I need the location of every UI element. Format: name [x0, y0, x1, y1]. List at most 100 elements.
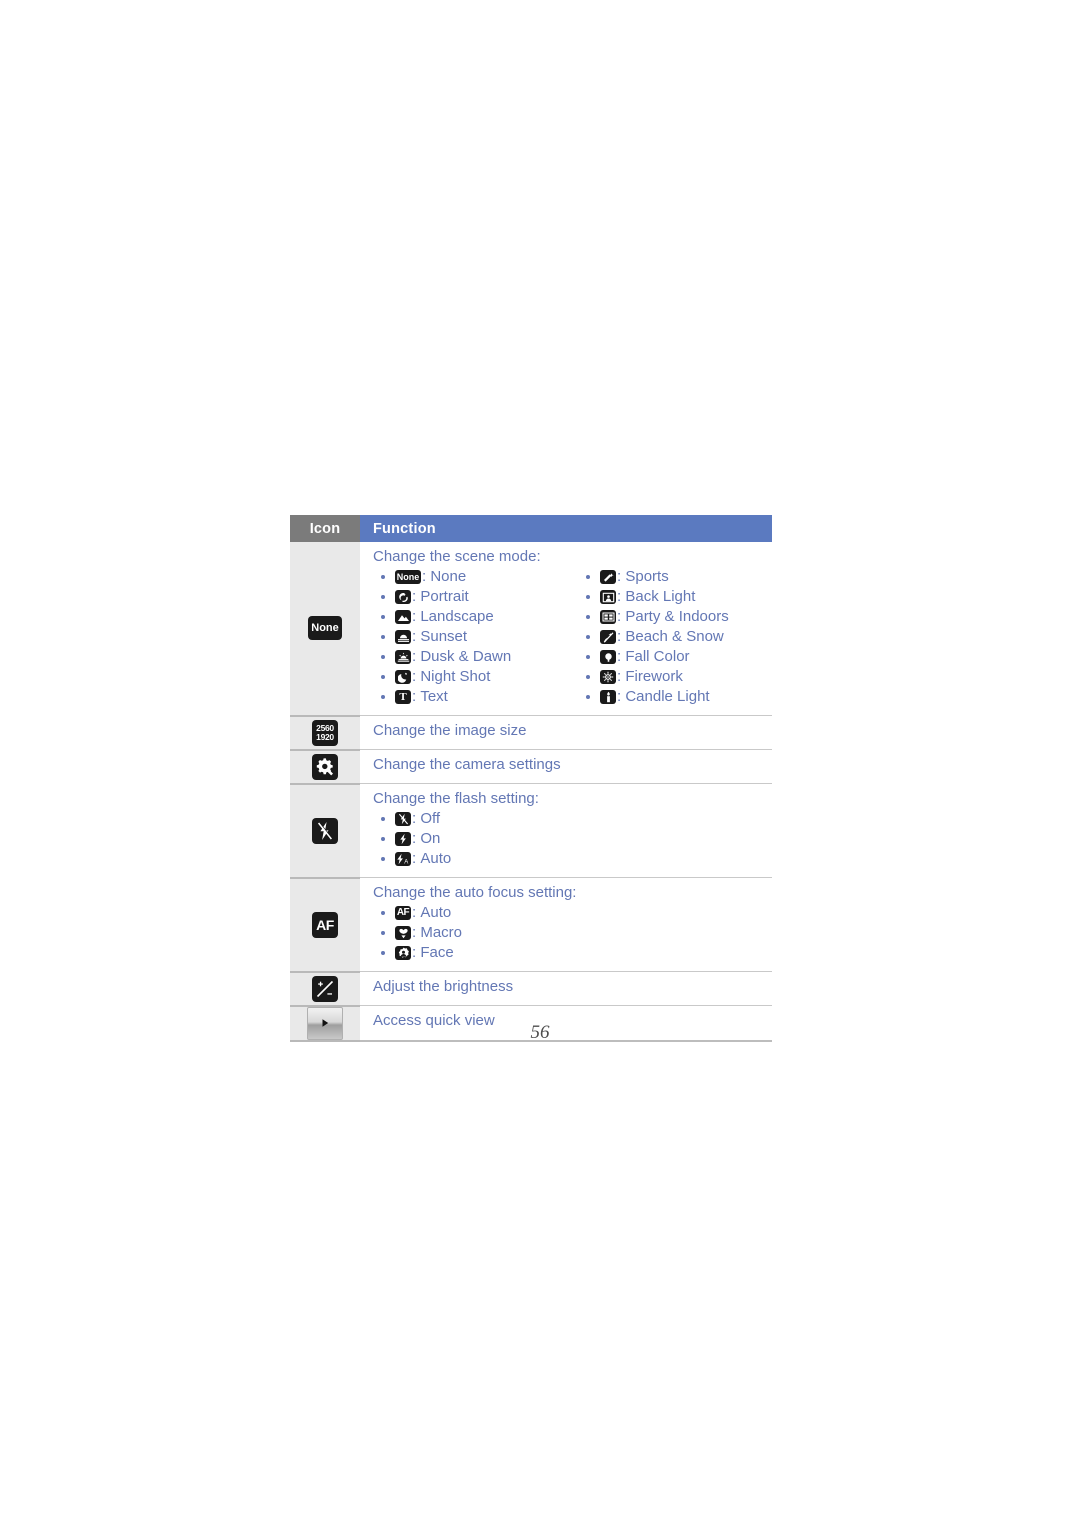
scene-sunset-icon — [395, 630, 411, 644]
list-item: : Sports — [578, 567, 772, 587]
list-item: : Party & Indoors — [578, 607, 772, 627]
list-item: : On — [373, 829, 772, 849]
option-label: Beach & Snow — [625, 628, 724, 645]
list-item: : Landscape — [373, 607, 578, 627]
option-label: Sports — [625, 568, 669, 585]
option-label: Face — [420, 944, 454, 961]
row-icon-cell-brightness — [290, 971, 360, 1007]
bullet-icon — [381, 655, 385, 659]
list-item: AF : Auto — [373, 903, 772, 923]
scene-beach-snow-icon — [600, 630, 616, 644]
row-title-brightness: Adjust the brightness — [373, 978, 514, 995]
scene-firework-icon — [600, 670, 616, 684]
row-function-cell-brightness: Adjust the brightness — [360, 971, 772, 1006]
option-label: Dusk & Dawn — [420, 648, 512, 665]
bullet-icon — [586, 575, 590, 579]
bullet-icon — [586, 615, 590, 619]
list-item: T : Text — [373, 687, 578, 707]
list-item: None : None — [373, 567, 578, 587]
row-icon-cell-camera-settings — [290, 749, 360, 785]
scene-mode-options-right: : Sports : Back Light: Party & Indoors … — [578, 567, 772, 707]
option-label: Text — [420, 688, 448, 705]
table-row: Change the camera settings — [290, 749, 772, 785]
option-label: Fall Color — [625, 648, 690, 665]
svg-text:A: A — [404, 860, 408, 865]
bullet-icon — [381, 837, 385, 841]
list-item: : Face — [373, 943, 772, 963]
option-label: Auto — [420, 904, 452, 921]
list-item: : Back Light — [578, 587, 772, 607]
list-item: : Candle Light — [578, 687, 772, 707]
option-label: None — [430, 568, 467, 585]
option-label: Candle Light — [625, 688, 710, 705]
list-item: : Beach & Snow — [578, 627, 772, 647]
scene-portrait-icon — [395, 590, 411, 604]
image-size-icon: 2560 1920 — [312, 719, 338, 746]
scene-mode-options-left: None : None : Portrait: Landscape: Sun… — [373, 567, 578, 707]
bullet-icon — [381, 695, 385, 699]
list-item: : Dusk & Dawn — [373, 647, 578, 667]
bullet-icon — [381, 635, 385, 639]
option-label: Night Shot — [420, 668, 491, 685]
option-label: Firework — [625, 668, 683, 685]
scene-text-icon: T — [395, 690, 411, 704]
flash-off-icon — [395, 812, 411, 826]
option-label: Landscape — [420, 608, 494, 625]
scene-sports-icon — [600, 570, 616, 584]
table-row: 2560 1920 Change the image size — [290, 715, 772, 751]
list-item: : Off — [373, 809, 772, 829]
row-title-flash: Change the flash setting: — [373, 790, 539, 807]
flash-on-icon — [395, 832, 411, 846]
list-item: : Macro — [373, 923, 772, 943]
list-item: : Night Shot — [373, 667, 578, 687]
option-label: Macro — [420, 924, 463, 941]
focus-macro-icon — [395, 926, 411, 940]
list-item: : Portrait — [373, 587, 578, 607]
camera-settings-gear-icon — [312, 753, 338, 780]
row-function-cell-image-size: Change the image size — [360, 715, 772, 750]
scene-night-shot-icon — [395, 670, 411, 684]
scene-none-icon: None — [395, 570, 421, 584]
scene-back-light-icon — [600, 590, 616, 604]
bullet-icon — [586, 595, 590, 599]
option-label: Sunset — [420, 628, 468, 645]
scene-fall-color-icon — [600, 650, 616, 664]
scene-landscape-icon — [395, 610, 411, 624]
bullet-icon — [381, 817, 385, 821]
scene-candle-light-icon — [600, 690, 616, 704]
flash-off-icon — [312, 817, 338, 844]
bullet-icon — [381, 911, 385, 915]
row-title-image-size: Change the image size — [373, 722, 527, 739]
auto-focus-options: AF : Auto : Macro: Face — [373, 903, 772, 963]
camera-icon-function-table: Icon Function None Change the scene mode… — [290, 515, 772, 1042]
bullet-icon — [381, 951, 385, 955]
row-function-cell-scene-mode: Change the scene mode: None : None: Por… — [360, 542, 772, 716]
bullet-icon — [586, 635, 590, 639]
page-number: 56 — [530, 1022, 550, 1043]
brightness-exposure-icon — [312, 975, 338, 1002]
list-item: A : Auto — [373, 849, 772, 869]
row-icon-cell-image-size: 2560 1920 — [290, 715, 360, 751]
bullet-icon — [586, 655, 590, 659]
row-title-auto-focus: Change the auto focus setting: — [373, 884, 577, 901]
list-item: : Firework — [578, 667, 772, 687]
option-label: Off — [420, 810, 441, 827]
table-row: Change the flash setting: : Off: On A:… — [290, 783, 772, 879]
table-row: None Change the scene mode: None : None — [290, 542, 772, 717]
row-icon-cell-scene-mode: None — [290, 542, 360, 717]
column-header-function: Function — [360, 515, 772, 542]
focus-face-icon — [395, 946, 411, 960]
table-row: Adjust the brightness — [290, 971, 772, 1007]
scene-mode-none-icon: None — [308, 616, 342, 641]
flash-auto-icon: A — [395, 852, 411, 866]
document-page: Icon Function None Change the scene mode… — [0, 0, 1080, 1528]
row-function-cell-auto-focus: Change the auto focus setting: AF : Auto — [360, 877, 772, 972]
row-icon-cell-flash — [290, 783, 360, 879]
column-header-icon: Icon — [290, 515, 360, 542]
row-title-scene-mode: Change the scene mode: — [373, 548, 541, 565]
flash-options: : Off : On A: Auto — [373, 809, 772, 869]
focus-auto-af-icon: AF — [395, 906, 411, 920]
option-label: Auto — [420, 850, 452, 867]
list-item: : Sunset — [373, 627, 578, 647]
bullet-icon — [381, 675, 385, 679]
